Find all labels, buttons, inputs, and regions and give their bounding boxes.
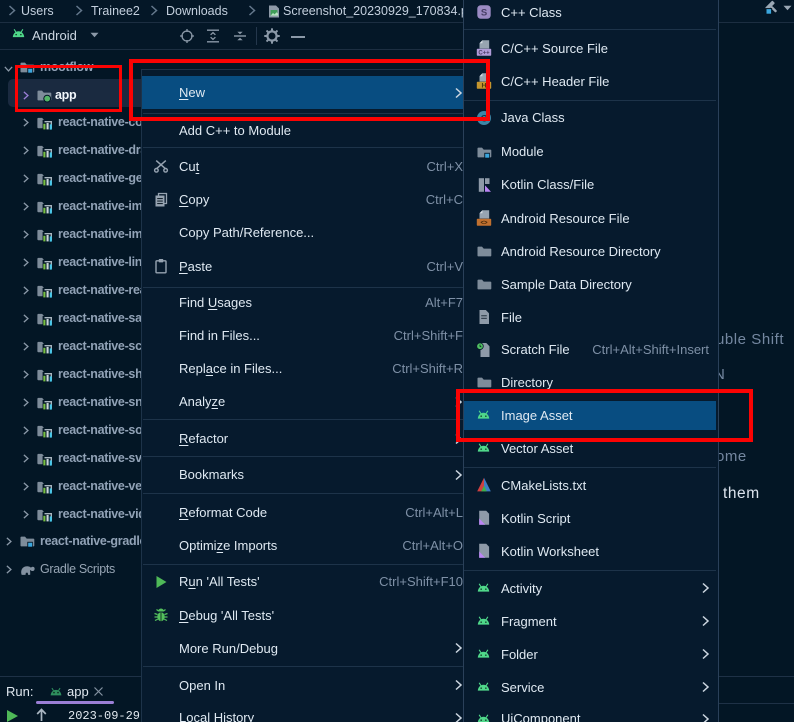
svg-text:<>: <> bbox=[480, 220, 488, 226]
svg-text:C++: C++ bbox=[478, 51, 490, 57]
